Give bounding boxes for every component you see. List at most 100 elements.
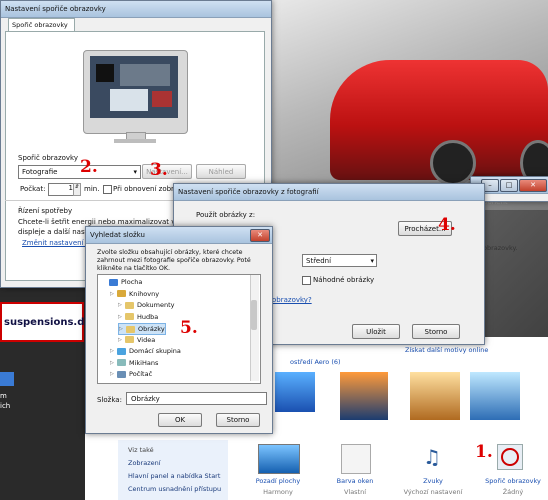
preview-photo [152,91,172,107]
online-themes-link[interactable]: Získat další motivy online [405,346,488,354]
screensaver-selected-value: Fotografie [22,168,58,176]
tree-item[interactable]: ▷ Počítač [110,369,152,379]
preview-photo [96,64,114,82]
expand-arrow-icon[interactable]: ▷ [110,348,117,354]
desktop-icon-label: m [0,392,7,400]
theme-thumbnail[interactable] [410,372,460,420]
tab-screensaver[interactable]: Spořič obrazovky [8,18,75,31]
preview-button[interactable]: Náhled [196,164,246,179]
folder-icon [125,301,134,309]
annotation-1: 1. [475,442,493,462]
tree-item[interactable]: ▷ Hudba [118,312,158,322]
annotation-3: 3. [150,160,168,180]
annotation-5: 5. [180,318,198,338]
aero-themes-label: ostředí Aero (6) [290,358,341,366]
stepper-arrows-icon[interactable]: ⇵ [73,183,81,196]
link-ease-of-access[interactable]: Centrum usnadnění přístupu [128,485,221,493]
screensaver-icon[interactable] [497,444,523,470]
chevron-down-icon: ▾ [133,168,137,176]
tree-item-label: Plocha [121,278,143,286]
desktop-background-icon[interactable] [258,444,300,474]
back-window-text: obrazovky. [483,244,518,252]
expand-arrow-icon[interactable]: ▷ [118,337,125,343]
slide-speed-value: Střední [306,256,332,265]
tree-item-label: Domácí skupina [129,347,181,355]
folder-icon [109,278,118,286]
expand-arrow-icon[interactable]: ▷ [110,360,117,366]
wait-label: Počkat: [20,185,46,193]
tree-item[interactable]: ▷ Dokumenty [118,300,175,310]
monitor-preview-screen [90,56,178,118]
folder-tree[interactable]: Plocha ▷ Knihovny ▷ Dokumenty ▷ Hudba ▷ Obrázky ▷… [97,274,261,384]
tree-item-label: MikiHans [129,358,159,367]
ok-button[interactable]: OK [158,413,202,427]
window-color-icon[interactable] [341,444,371,474]
tree-item[interactable]: ▷ Videa [118,335,155,345]
folder-icon [117,370,126,378]
tree-item[interactable]: ▷ Obrázky [118,323,166,335]
see-also-heading: Viz také [128,446,154,454]
folder-icon [125,313,134,320]
screensaver-label: Spořič obrazovky [18,154,79,162]
tree-scrollbar-thumb[interactable] [251,300,257,330]
power-settings-link[interactable]: Změnit nastavení na [22,239,94,247]
browse-folder-titlebar[interactable]: Vyhledat složku ✕ [86,227,272,244]
screensaver-title[interactable]: Spořič obrazovky [478,477,548,485]
tree-item-label: Dokumenty [137,301,175,309]
window-title: Vyhledat složku [90,231,145,239]
theme-thumbnail[interactable] [470,372,520,420]
annotation-2: 2. [80,157,98,177]
close-icon[interactable]: ✕ [519,178,547,192]
power-text-1: Chcete-li šetřit energii nebo maximalizo… [18,218,178,226]
sounds-icon[interactable]: ♫ [419,444,445,470]
expand-arrow-icon[interactable]: ▷ [110,291,117,297]
tree-item[interactable]: ▷ MikiHans [110,358,158,368]
tree-item[interactable]: Plocha [102,277,142,287]
sounds-sub: Výchozí nastavení [403,488,463,496]
link-display[interactable]: Zobrazení [128,459,161,467]
screensaver-titlebar[interactable]: Nastavení spořiče obrazovky [1,1,271,18]
sounds-title[interactable]: Zvuky [403,477,463,485]
theme-thumbnail[interactable] [275,372,315,412]
window-title: Nastavení spořiče obrazovky z fotografií [178,188,319,196]
resume-checkbox[interactable] [103,185,112,194]
tree-item[interactable]: ▷ Domácí skupina [110,346,181,356]
shuffle-checkbox[interactable] [302,276,311,285]
desktop-shortcut-icon[interactable] [0,372,14,386]
photo-settings-titlebar[interactable]: Nastavení spořiče obrazovky z fotografií [174,184,484,201]
window-color-title[interactable]: Barva oken [325,477,385,485]
tree-item-label: Obrázky [138,325,165,333]
folder-cancel-button[interactable]: Storno [216,413,260,427]
expand-arrow-icon[interactable]: ▷ [119,326,126,332]
tree-item-label: Videa [137,335,156,344]
desktop-icon-label: ich [0,402,11,410]
expand-arrow-icon[interactable]: ▷ [118,302,125,308]
folder-name-value: Obrázky [131,394,160,403]
desktop-banner: suspensions.de [0,302,91,342]
annotation-4: 4. [438,215,456,235]
link-taskbar[interactable]: Hlavní panel a nabídka Start [128,472,220,480]
screensaver-sub: Žádný [502,488,524,496]
desktop-background-sub: Harmony [263,488,293,496]
expand-arrow-icon[interactable]: ▷ [110,371,117,377]
tree-item[interactable]: ▷ Knihovny [110,289,159,299]
wait-minutes-input[interactable]: 1 [48,183,74,196]
folder-name-input[interactable]: Obrázky [126,392,267,405]
maximize-icon[interactable]: □ [500,178,518,192]
desktop-background-title[interactable]: Pozadí plochy [248,477,308,485]
folder-instruction: Zvolte složku obsahující obrázky, které … [97,249,251,272]
save-button[interactable]: Uložit [352,324,400,339]
theme-thumbnail[interactable] [340,372,388,420]
close-icon[interactable]: ✕ [250,228,270,242]
slide-speed-select[interactable]: Střední ▾ [302,254,377,267]
tree-item-label: Knihovny [129,289,160,298]
window-title: Nastavení spořiče obrazovky [5,5,106,13]
folder-label: Složka: [97,396,122,404]
preview-photo [120,64,170,86]
cancel-button[interactable]: Storno [412,324,460,339]
folder-icon [126,325,135,333]
minutes-label: min. [84,185,100,193]
expand-arrow-icon[interactable]: ▷ [118,314,125,320]
power-title: Řízení spotřeby [18,207,73,215]
help-link[interactable]: obrazovky? [272,296,312,304]
